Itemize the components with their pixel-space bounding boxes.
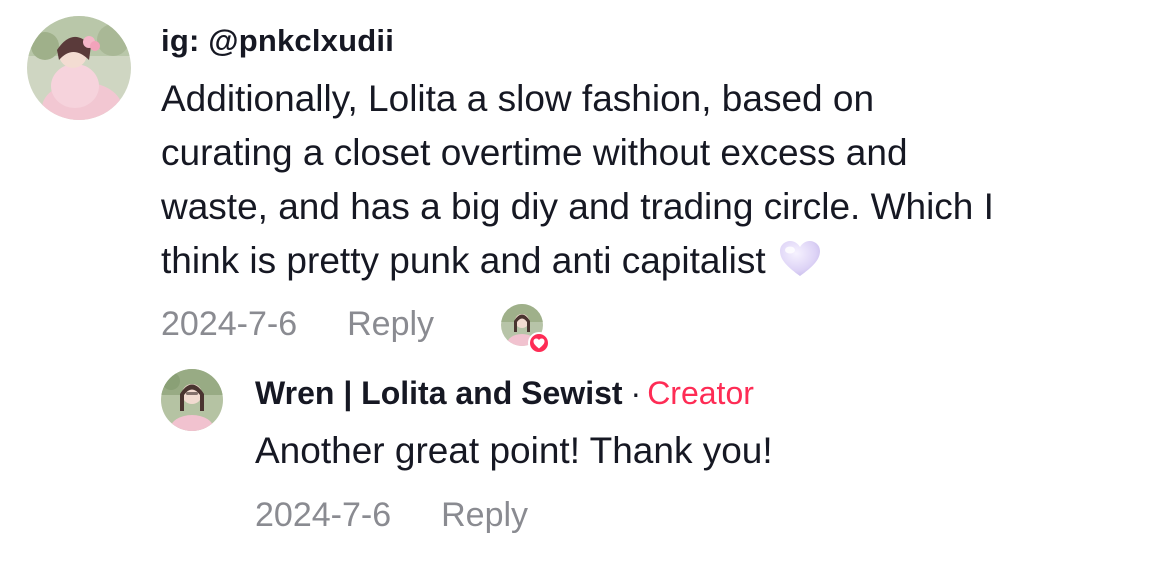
- reply-text: Another great point! Thank you!: [255, 430, 773, 471]
- creator-badge: Creator: [647, 375, 754, 411]
- commenter-avatar[interactable]: [27, 16, 131, 120]
- reply-header: Wren | Lolita and Sewist · Creator: [255, 375, 754, 412]
- reply-date: 2024-7-6: [255, 496, 392, 534]
- comment-text-line: waste, and has a big diy and trading cir…: [161, 186, 994, 227]
- reply-author[interactable]: Wren | Lolita and Sewist: [255, 375, 623, 411]
- creator-avatar[interactable]: [161, 369, 223, 431]
- separator-dot: ·: [630, 375, 642, 411]
- reply-meta: 2024-7-6 Reply: [255, 496, 528, 535]
- heart-icon: [528, 332, 550, 354]
- comment-text-line: curating a closet overtime without exces…: [161, 132, 908, 173]
- reply-button[interactable]: Reply: [441, 496, 528, 534]
- commenter-username[interactable]: ig: @pnkclxudii: [161, 23, 394, 59]
- comment-text: Additionally, Lolita a slow fashion, bas…: [161, 72, 1151, 293]
- comment-text-line: Additionally, Lolita a slow fashion, bas…: [161, 78, 875, 119]
- comment-text-line: think is pretty punk and anti capitalist: [161, 234, 1151, 293]
- comment-meta: 2024-7-6 Reply: [161, 305, 434, 344]
- comment-thread: ig: @pnkclxudii Additionally, Lolita a s…: [0, 0, 1158, 565]
- reply-button[interactable]: Reply: [347, 305, 434, 343]
- comment-date: 2024-7-6: [161, 305, 298, 343]
- white-heart-icon: [778, 239, 822, 293]
- creator-liked-indicator: [501, 304, 551, 354]
